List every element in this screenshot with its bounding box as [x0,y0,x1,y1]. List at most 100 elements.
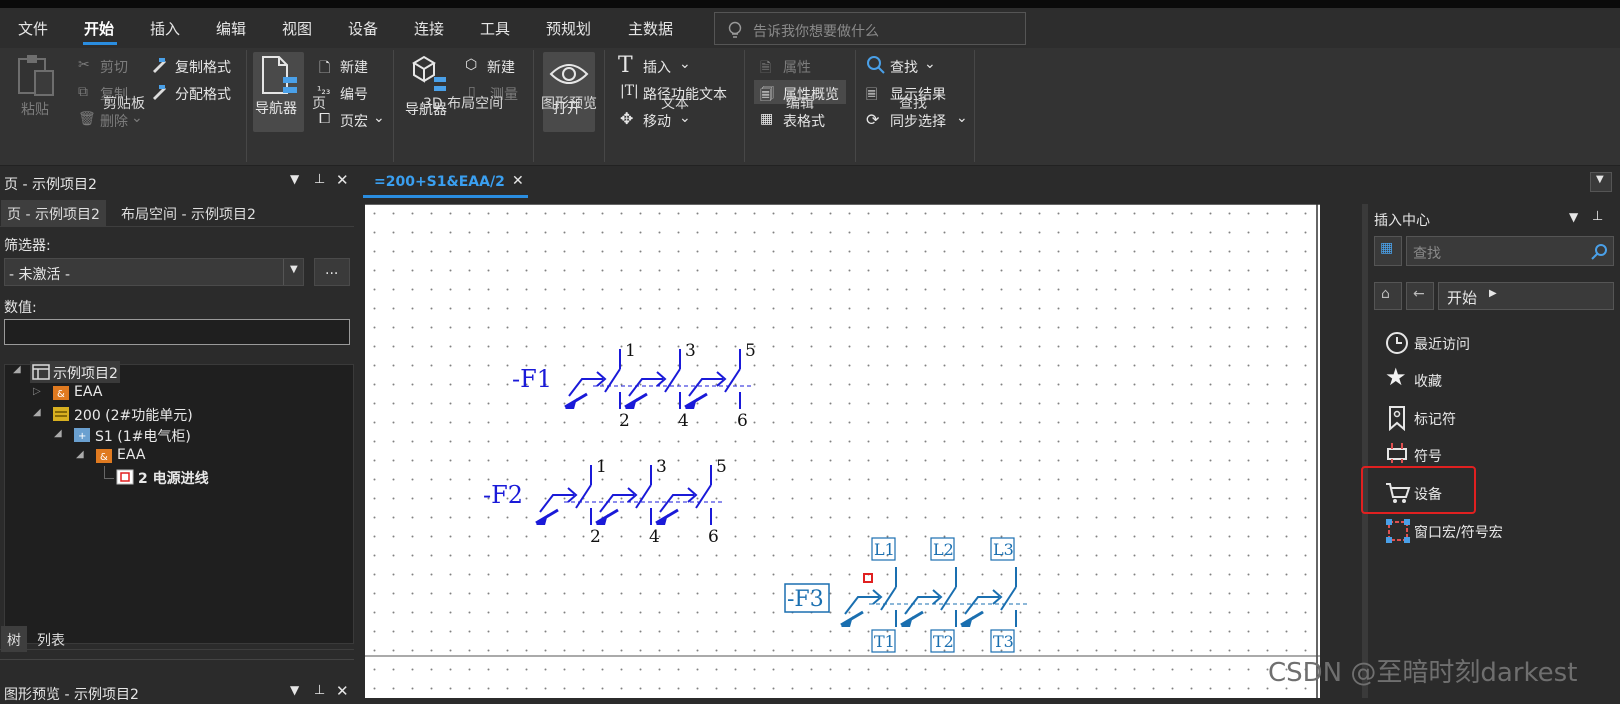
tab-list-button[interactable]: ▼ [1590,172,1612,192]
insert-center-title: 插入中心 [1374,213,1430,229]
menu-file[interactable]: 文件 [18,18,48,39]
panel-dropdown-icon[interactable]: ▼ [290,683,299,697]
f1-label: -F1 [512,365,552,393]
left-panel-title: 页 - 示例项目2 [4,177,97,193]
sync-select-dropdown-icon[interactable]: ⌄ [956,110,968,126]
tree-node-eaa[interactable]: EAA [74,384,102,400]
insert-item-symbol[interactable]: 符号 [1414,446,1442,466]
pin-icon[interactable]: ⊥ [314,172,325,187]
menu-insert[interactable]: 插入 [150,18,180,39]
schematic-canvas[interactable]: -F1 1 3 5 2 4 6 -F2 1 3 5 2 4 6 -F3 L1 L… [365,203,1320,698]
cut-icon: ✂ [78,57,90,73]
tab-tree[interactable]: 树 [1,626,27,652]
menu-edit[interactable]: 编辑 [216,18,246,39]
home-button[interactable]: ⌂ [1374,282,1402,310]
text-insert-dropdown-icon[interactable]: ⌄ [679,56,691,72]
insert-search-placeholder: 查找 [1413,246,1441,262]
page-macro-dropdown-icon[interactable]: ⌄ [373,110,385,126]
close-tab-icon[interactable]: ✕ [512,173,524,189]
svg-text:&: & [100,452,108,463]
menu-tools[interactable]: 工具 [480,18,510,39]
menu-view[interactable]: 视图 [282,18,312,39]
tab-layout-space[interactable]: 布局空间 - 示例项目2 [115,200,262,226]
assign-format-button[interactable]: 分配格式 [175,84,231,104]
props-button[interactable]: 属性 [783,57,811,77]
collapse-arrow-icon[interactable]: ◢ [54,428,62,439]
pin-icon[interactable]: ⊥ [314,683,325,698]
tree-node-s1[interactable]: S1 (1#电气柜) [95,426,191,446]
value-input[interactable] [4,319,350,345]
page-new-button[interactable]: 新建 [340,57,368,77]
panel-dropdown-icon[interactable]: ▼ [1569,210,1578,224]
tree-node-200[interactable]: 200 (2#功能单元) [74,405,193,425]
document-tab[interactable]: =200+S1&EAA/2 ✕ [363,170,533,198]
f2-terminal-top-3: 3 [656,457,667,477]
cabinet-icon: + [74,428,90,442]
insert-item-recent[interactable]: 最近访问 [1414,334,1470,354]
f1-terminal-bottom-2: 2 [619,411,630,431]
search-icon[interactable] [1591,243,1609,261]
find-button[interactable]: 查找 [890,57,918,77]
panel-splitter[interactable] [1362,204,1368,698]
find-dropdown-icon[interactable]: ⌄ [924,56,936,72]
close-icon[interactable]: ✕ [336,682,349,700]
ribbon-separator [246,50,247,162]
tell-me-search[interactable]: 告诉我你想要做什么 [714,12,1026,45]
back-arrow-icon: ← [1413,286,1425,302]
page-navigator-icon [262,56,297,94]
menu-start[interactable]: 开始 [84,18,114,39]
document-tab-label: =200+S1&EAA/2 [374,174,505,190]
tab-list[interactable]: 列表 [31,626,71,652]
3d-new-button[interactable]: 新建 [487,57,515,77]
document-tab-strip [358,167,1620,203]
delete-button[interactable]: 删除 [100,111,128,131]
active-tab-underline [363,195,528,198]
collapse-arrow-icon[interactable]: ◢ [13,364,21,375]
menu-connect[interactable]: 连接 [414,18,444,39]
active-menu-indicator [83,42,117,45]
tab-pages[interactable]: 页 - 示例项目2 [1,200,106,226]
table-format-button[interactable]: 表格式 [783,111,825,131]
menu-master-data[interactable]: 主数据 [628,18,673,39]
insert-center-search[interactable]: 查找 [1406,236,1614,266]
close-icon[interactable]: ✕ [336,171,349,189]
move-icon: ✥ [620,109,634,128]
text-insert-button[interactable]: 插入 [643,57,671,77]
move-button[interactable]: 移动 [643,111,671,131]
open-preview-button[interactable]: 打开 [543,52,595,132]
f2-terminal-bottom-2: 2 [590,527,601,547]
page-macro-button[interactable]: 页宏 [340,111,368,131]
collapse-arrow-icon[interactable]: ◢ [33,407,41,418]
insert-item-favorites[interactable]: 收藏 [1414,371,1442,391]
collapse-arrow-icon[interactable]: ◢ [76,449,84,460]
page-number-button[interactable]: 编号 [340,84,368,104]
panel-dropdown-icon[interactable]: ▼ [290,172,299,186]
back-button[interactable]: ← [1406,282,1434,310]
preview-panel-title: 图形预览 - 示例项目2 [4,687,139,703]
sync-select-button[interactable]: 同步选择 [890,111,946,131]
tree-node-page[interactable]: 2 电源进线 [138,468,209,488]
tree-node-eaa-child[interactable]: EAA [117,447,145,463]
3d-layout-group-label: 3D 布局空间 [423,96,504,112]
insert-item-device[interactable]: 设备 [1414,484,1442,504]
filter-select[interactable]: - 未激活 - ▼ [4,258,304,286]
tree-node-project[interactable]: 示例项目2 [53,363,118,383]
insert-center-view-button[interactable]: ▦ [1374,236,1402,266]
menu-preplan[interactable]: 预规划 [546,18,591,39]
copy-format-button[interactable]: 复制格式 [175,57,231,77]
page-navigator-button[interactable]: 导航器 [253,52,304,132]
expand-arrow-icon[interactable]: ▷ [33,386,41,397]
breadcrumb[interactable]: 开始 ▶ [1438,282,1614,310]
insert-item-window-macro[interactable]: 窗口宏/符号宏 [1414,522,1503,542]
pin-icon[interactable]: ⊥ [1592,209,1603,224]
f3-terminal-l1: L1 [874,540,895,559]
tell-me-placeholder: 告诉我你想要做什么 [753,24,879,40]
window-top-strip [0,0,1620,8]
svg-text:+: + [78,431,86,442]
paste-button[interactable]: 粘贴 [21,99,49,119]
cut-button[interactable]: 剪切 [100,57,128,77]
filter-more-button[interactable]: ... [314,258,350,286]
function-icon: & [96,449,112,463]
menu-device[interactable]: 设备 [348,18,378,39]
insert-item-marker[interactable]: 标记符 [1414,409,1456,429]
